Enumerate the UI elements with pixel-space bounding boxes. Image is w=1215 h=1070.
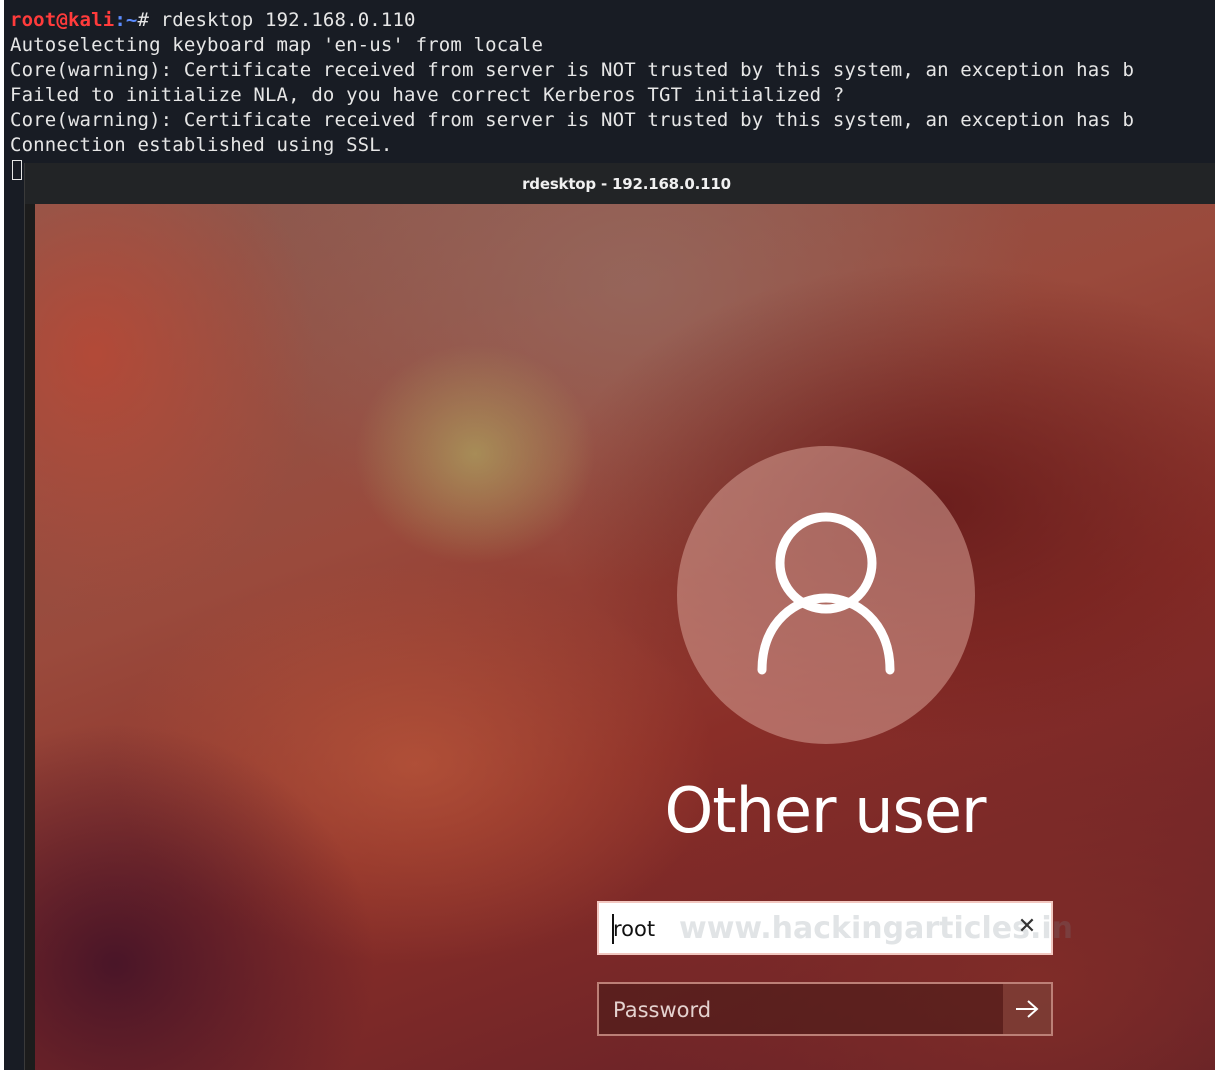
username-value: root xyxy=(613,917,656,941)
terminal-command: rdesktop 192.168.0.110 xyxy=(160,9,416,31)
close-icon[interactable]: ✕ xyxy=(1015,915,1039,939)
user-silhouette-icon xyxy=(757,512,895,675)
terminal-cursor xyxy=(12,160,22,180)
username-input[interactable]: www.hackingarticles.in root ✕ xyxy=(597,901,1073,955)
password-input[interactable]: Password xyxy=(597,982,1053,1036)
terminal-prompt-line: root@kali:~# rdesktop 192.168.0.110 xyxy=(10,8,1134,33)
terminal-output-line: Core(warning): Certificate received from… xyxy=(10,59,1135,81)
prompt-user: root@kali xyxy=(10,9,115,31)
terminal-output: root@kali:~# rdesktop 192.168.0.110 Auto… xyxy=(10,8,1134,158)
prompt-symbol: # xyxy=(137,9,161,31)
rdp-window[interactable]: rdesktop - 192.168.0.110 Other user www.… xyxy=(24,163,1215,1070)
prompt-path: :~ xyxy=(114,9,138,31)
rdp-window-title: rdesktop - 192.168.0.110 xyxy=(522,174,731,193)
terminal-output-line: Connection established using SSL. xyxy=(10,134,393,156)
windows-lock-screen: Other user www.hackingarticles.in root ✕… xyxy=(35,204,1215,1070)
terminal-output-line: Core(warning): Certificate received from… xyxy=(10,109,1135,131)
arrow-right-icon xyxy=(1016,1000,1039,1018)
terminal-output-line: Failed to initialize NLA, do you have co… xyxy=(10,84,845,106)
password-placeholder: Password xyxy=(613,998,712,1022)
watermark-text: www.hackingarticles.in xyxy=(679,911,1074,946)
rdp-titlebar[interactable]: rdesktop - 192.168.0.110 xyxy=(25,163,1215,204)
user-display-name: Other user xyxy=(664,774,987,847)
terminal-output-line: Autoselecting keyboard map 'en-us' from … xyxy=(10,34,544,56)
user-avatar xyxy=(677,446,975,744)
submit-button[interactable] xyxy=(1003,984,1051,1034)
